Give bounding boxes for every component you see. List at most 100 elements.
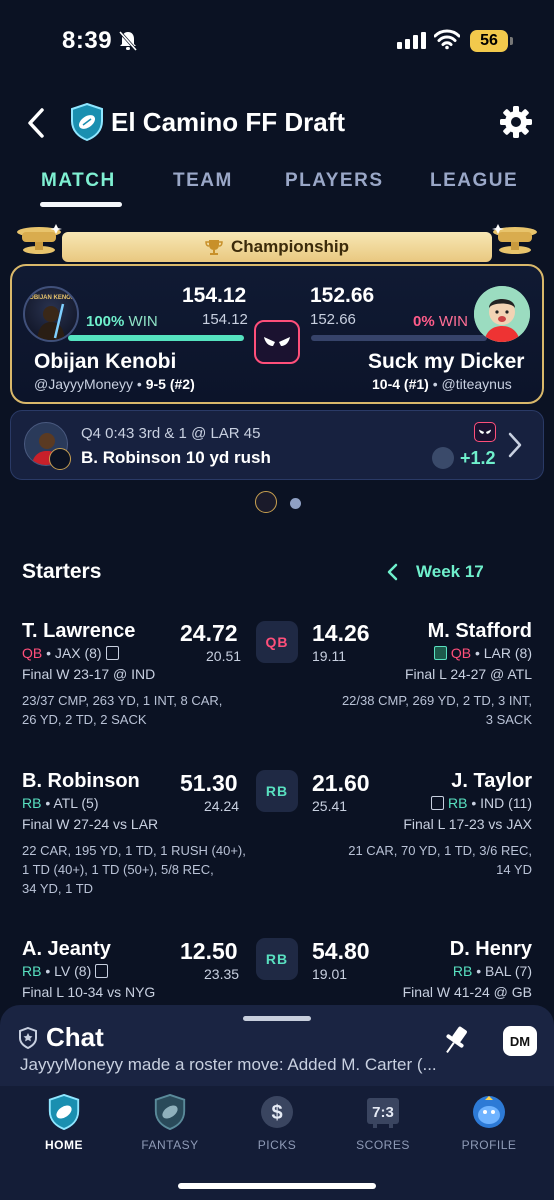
left-record: 9-5 (#2) <box>145 376 195 392</box>
play-situation: Q4 0:43 3rd & 1 @ LAR 45 <box>81 425 261 442</box>
starter-left-score: 51.30 <box>180 770 238 796</box>
profile-mascot-icon <box>473 1096 505 1128</box>
tab-players[interactable]: PLAYERS <box>285 170 384 192</box>
right-handle: @titeaynus <box>441 376 512 392</box>
starter-right-proj: 25.41 <box>312 798 348 814</box>
pushpin-icon[interactable] <box>440 1024 470 1058</box>
news-note-icon[interactable] <box>431 796 444 810</box>
scoreboard-icon: 7:3 <box>367 1098 399 1128</box>
tab-match[interactable]: MATCH <box>41 170 116 192</box>
starter-left-proj: 20.51 <box>206 648 242 664</box>
team-avatar-left[interactable]: OBIJAN KENOBI <box>23 286 79 342</box>
home-football-shield-icon <box>48 1094 80 1130</box>
nav-picks[interactable]: $ PICKS <box>227 1094 327 1152</box>
sheet-drag-handle[interactable] <box>243 1016 311 1021</box>
active-tab-indicator <box>40 202 122 207</box>
league-title: El Camino FF Draft <box>111 107 346 137</box>
nav-profile[interactable]: PROFILE <box>439 1094 539 1152</box>
starter-left-game: Final L 10-34 vs NYG <box>22 984 156 1000</box>
chevron-right-icon[interactable] <box>505 430 525 460</box>
left-projected: 154.12 <box>202 311 248 328</box>
starter-right-pos: QB • LAR (8) <box>433 645 532 661</box>
mask-eyes-icon <box>478 429 492 434</box>
news-note-icon[interactable] <box>433 646 447 660</box>
left-team-name[interactable]: Obijan Kenobi <box>34 350 176 374</box>
starter-left-name[interactable]: B. Robinson <box>22 770 140 793</box>
bell-muted-icon <box>118 31 138 51</box>
right-projected: 152.66 <box>310 311 356 328</box>
chevron-left-icon[interactable] <box>386 562 400 582</box>
left-win-probability: 100% WIN <box>86 313 158 330</box>
direct-message-button[interactable]: DM <box>503 1026 537 1056</box>
chat-shield-icon <box>19 1027 37 1049</box>
week-selector[interactable]: Week 17 <box>416 562 484 582</box>
right-team-name[interactable]: Suck my Dicker <box>368 350 524 374</box>
starter-right-game: Final L 24-27 @ ATL <box>404 666 532 682</box>
svg-text:$: $ <box>271 1102 282 1124</box>
dollar-coin-icon: $ <box>261 1096 293 1128</box>
cell-signal-icon <box>397 32 426 49</box>
nav-scores[interactable]: 7:3 SCORES <box>333 1094 433 1152</box>
starter-left-name[interactable]: A. Jeanty <box>22 938 111 961</box>
starter-right-pos: RB • BAL (7) <box>452 963 532 979</box>
nav-fantasy-label: FANTASY <box>141 1138 199 1152</box>
mask-eyes-icon <box>264 337 290 346</box>
starter-right-score: 14.26 <box>312 620 370 646</box>
stats-line: 23/37 CMP, 263 YD, 1 INT, 8 CAR, <box>22 693 223 708</box>
league-shield-icon <box>71 103 103 141</box>
gold-trophy-ornament-icon <box>492 224 537 254</box>
pos-label: RB <box>22 795 42 811</box>
news-note-icon[interactable] <box>105 646 119 660</box>
stats-line: 1 TD (40+), 1 TD (50+), 5/8 REC, <box>22 862 214 877</box>
starter-left-proj: 23.35 <box>204 966 240 982</box>
back-chevron-icon[interactable] <box>22 106 50 140</box>
nav-picks-label: PICKS <box>257 1138 297 1152</box>
starter-left-name[interactable]: T. Lawrence <box>22 620 135 643</box>
svg-text:7:3: 7:3 <box>372 1104 394 1121</box>
live-play-card[interactable] <box>10 410 544 480</box>
play-opponent-avatar <box>432 447 454 469</box>
left-team-meta: @JayyyMoneyy • 9-5 (#2) <box>34 376 195 392</box>
starter-right-game: Final W 41-24 @ GB <box>402 984 532 1000</box>
nav-fantasy[interactable]: FANTASY <box>120 1094 220 1152</box>
starter-left-pos: QB • JAX (8) <box>22 645 119 661</box>
team-label: ATL (5) <box>53 795 99 811</box>
team-avatar-right[interactable] <box>474 286 530 342</box>
stats-line: 21 CAR, 70 YD, 1 TD, 3/6 REC, <box>348 843 532 858</box>
starter-right-stats: 21 CAR, 70 YD, 1 TD, 3/6 REC, 14 YD <box>348 841 532 879</box>
team-label: BAL (7) <box>485 963 532 979</box>
left-win-pct: 100% <box>86 313 125 330</box>
right-win-word: WIN <box>438 313 469 330</box>
carousel-avatar-dot[interactable] <box>255 491 277 513</box>
pos-label: QB <box>450 645 472 661</box>
starter-left-score: 24.72 <box>180 620 238 646</box>
nav-scores-label: SCORES <box>356 1138 410 1152</box>
home-indicator[interactable] <box>178 1183 376 1189</box>
nav-home[interactable]: HOME <box>14 1094 114 1152</box>
pos-label: RB <box>448 795 468 811</box>
chat-last-message[interactable]: JayyyMoneyy made a roster move: Added M.… <box>20 1055 437 1075</box>
tab-team[interactable]: TEAM <box>173 170 233 192</box>
starter-left-pos: RB • LV (8) <box>22 963 109 979</box>
starter-left-game: Final W 27-24 vs LAR <box>22 816 159 832</box>
championship-banner: Championship <box>62 232 492 262</box>
position-badge: RB <box>256 770 298 812</box>
starter-left-game: Final W 23-17 @ IND <box>22 666 156 682</box>
right-win-pct: 0% <box>413 313 435 330</box>
starter-right-proj: 19.11 <box>312 648 346 664</box>
starter-right-name[interactable]: D. Henry <box>450 938 532 961</box>
championship-label: Championship <box>230 237 350 256</box>
news-note-icon[interactable] <box>95 964 109 978</box>
carousel-dot[interactable] <box>290 498 301 509</box>
battery-indicator: 56 <box>470 30 508 52</box>
starter-right-name[interactable]: J. Taylor <box>451 770 532 793</box>
starter-right-name[interactable]: M. Stafford <box>428 620 532 643</box>
tab-league[interactable]: LEAGUE <box>430 170 518 192</box>
starter-right-score: 21.60 <box>312 770 370 796</box>
battery-cap <box>510 37 513 45</box>
settings-gear-icon[interactable] <box>498 104 534 140</box>
starter-right-pos: RB • IND (11) <box>431 795 532 811</box>
left-win-word: WIN <box>128 313 158 330</box>
stats-line: 22 CAR, 195 YD, 1 TD, 1 RUSH (40+), <box>22 843 246 858</box>
trophy-icon <box>205 240 223 255</box>
